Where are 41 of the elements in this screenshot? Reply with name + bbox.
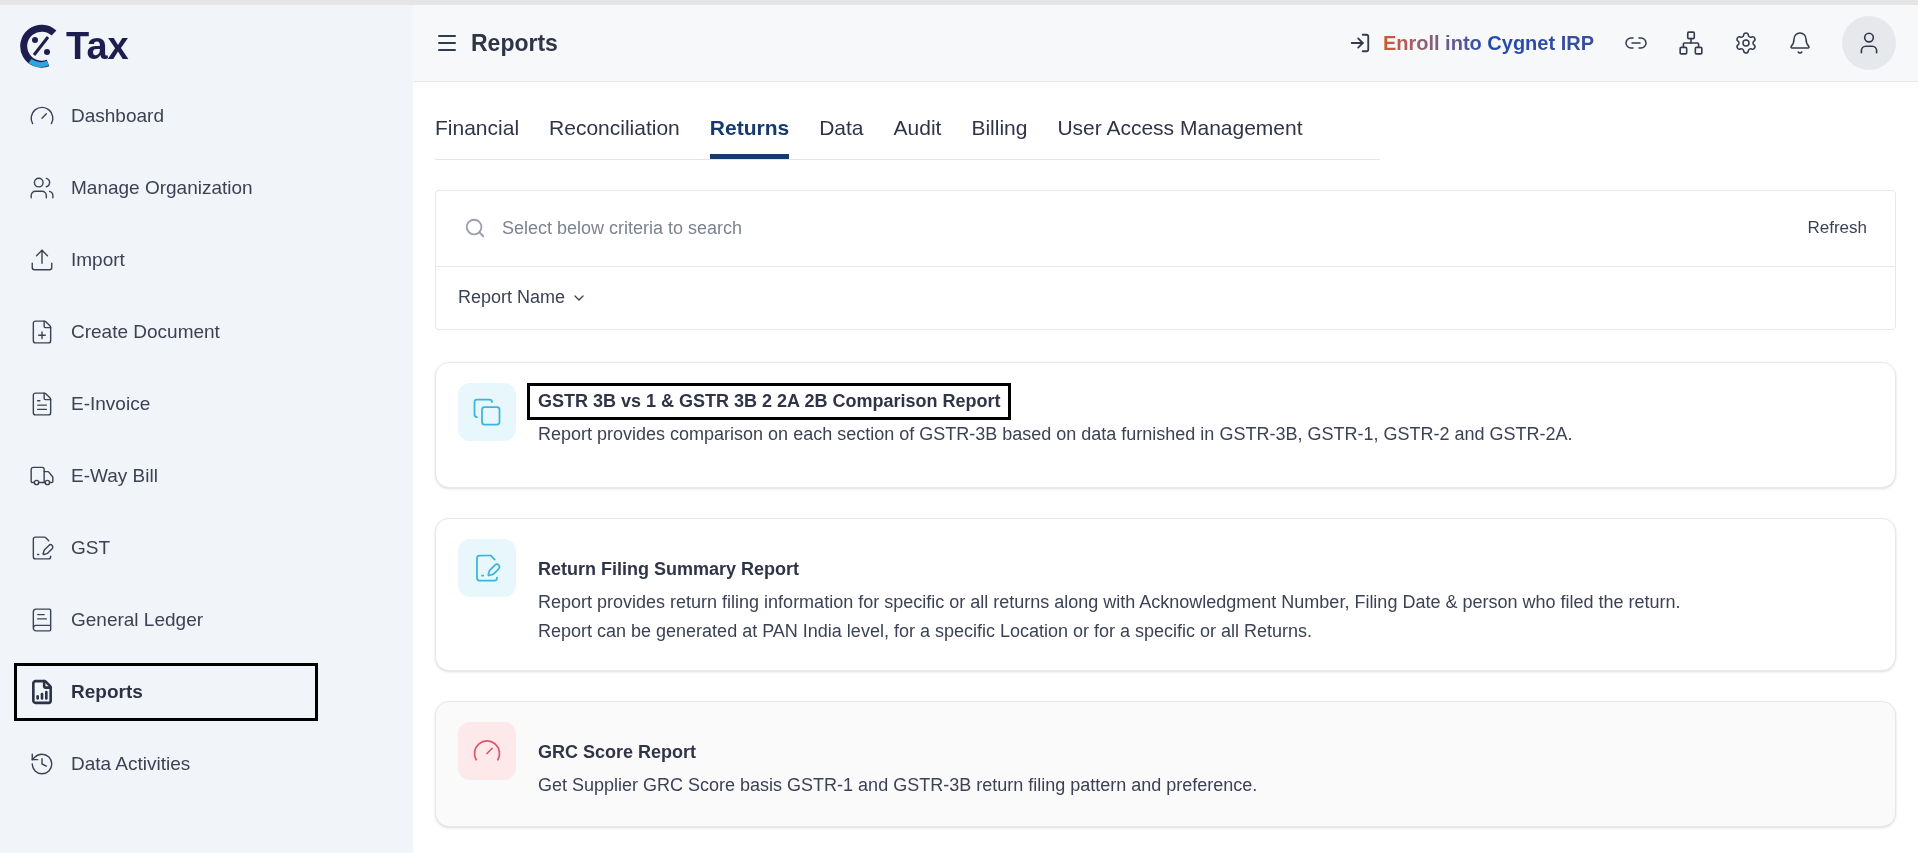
- sidebar-item[interactable]: E-Invoice: [14, 375, 318, 433]
- sidebar-item[interactable]: Reports: [14, 663, 318, 721]
- report-card[interactable]: GSTR 3B vs 1 & GSTR 3B 2 2A 2B Comparison Report Report provides comparison on each section of GSTR-3B based on data furnished in GSTR-3B, GSTR-1, GSTR-2 and GSTR-2A.: [435, 361, 1896, 488]
- report-name-filter[interactable]: Report Name: [458, 284, 588, 311]
- report-description: Get Supplier GRC Score basis GSTR-1 and GSTR-3B return filing pattern and preference.: [538, 773, 1258, 797]
- search-icon: [464, 217, 486, 239]
- hierarchy-icon[interactable]: [1678, 30, 1704, 56]
- sidebar-item[interactable]: E-Way Bill: [14, 447, 318, 505]
- history-icon: [29, 751, 55, 777]
- sidebar-item[interactable]: Create Document: [14, 303, 318, 361]
- report-description: Report provides return filing information for specific or all returns along with Acknowledgment Number, Filing Date & person who filed the return.: [538, 590, 1681, 614]
- logo-text: Tax: [66, 27, 129, 65]
- report-title[interactable]: Return Filing Summary Report: [527, 550, 811, 588]
- tab[interactable]: Data: [819, 112, 864, 159]
- copy-icon: [472, 396, 502, 427]
- report-title[interactable]: GRC Score Report: [527, 733, 708, 771]
- refresh-button[interactable]: Refresh: [1807, 215, 1867, 241]
- page-title: Reports: [471, 28, 558, 58]
- sidebar-item[interactable]: GST: [14, 519, 318, 577]
- report-description: Report can be generated at PAN India level, for a specific Location or for a specific or all Returns.: [538, 619, 1314, 643]
- report-icon: [29, 679, 55, 705]
- search-field[interactable]: Select below criteria to search: [502, 214, 1808, 242]
- report-card[interactable]: GRC Score Report Get Supplier GRC Score basis GSTR-1 and GSTR-3B return filing pattern and preference.: [435, 700, 1896, 827]
- tab[interactable]: User Access Management: [1057, 112, 1303, 159]
- tab[interactable]: Audit: [893, 112, 942, 159]
- notification-icon[interactable]: [1788, 31, 1812, 55]
- sidebar-item[interactable]: Manage Organization: [14, 159, 318, 217]
- sidebar-item[interactable]: Data Activities: [14, 735, 318, 793]
- tab[interactable]: Returns: [709, 112, 790, 159]
- sidebar-item[interactable]: Import: [14, 231, 318, 289]
- upload-icon: [29, 247, 55, 273]
- settings-icon[interactable]: [1734, 31, 1758, 55]
- report-card[interactable]: [435, 517, 1896, 671]
- sidebar-item[interactable]: Dashboard: [14, 87, 318, 145]
- tab[interactable]: Financial: [435, 112, 520, 159]
- report-description: Report provides comparison on each section of GSTR-3B based on data furnished in GSTR-3B, GSTR-1, GSTR-2 and GSTR-2A.: [538, 422, 1573, 446]
- sidebar-item[interactable]: General Ledger: [14, 591, 318, 649]
- login-icon: [1348, 32, 1371, 54]
- report-title[interactable]: GSTR 3B vs 1 & GSTR 3B 2 2A 2B Comparison Report: [527, 382, 1012, 420]
- tab[interactable]: Reconciliation: [549, 112, 680, 159]
- tab[interactable]: Billing: [971, 112, 1028, 159]
